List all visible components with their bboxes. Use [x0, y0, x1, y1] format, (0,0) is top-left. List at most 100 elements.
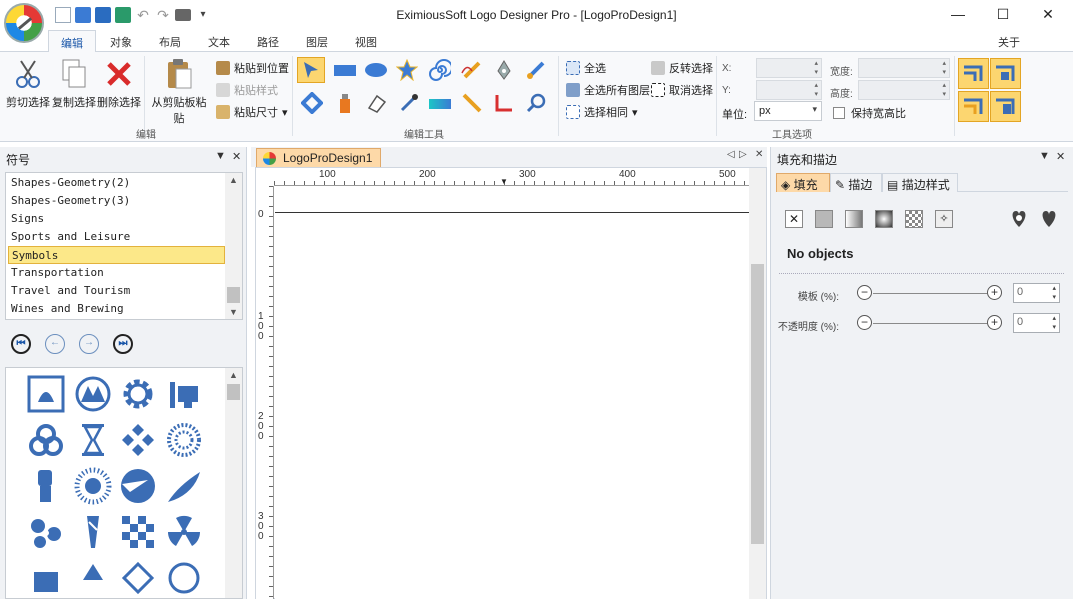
pen-tool[interactable] — [490, 57, 518, 83]
texture-fill-icon[interactable]: ✧ — [935, 210, 953, 228]
quill-icon[interactable] — [73, 512, 113, 552]
dotted-circle-icon[interactable] — [164, 420, 204, 460]
evenodd-fill-rule-icon[interactable] — [1039, 209, 1059, 229]
width-input[interactable] — [858, 58, 950, 78]
document-close-icon[interactable]: ✕ — [755, 149, 763, 160]
select-all-layers-button[interactable]: 全选所有图层 — [566, 82, 650, 98]
tab-layout[interactable]: 布局 — [159, 34, 181, 50]
partial-symbol-icon[interactable] — [26, 558, 66, 598]
pattern-fill-icon[interactable] — [905, 210, 923, 228]
spray-tool[interactable] — [331, 90, 359, 116]
linear-gradient-icon[interactable] — [845, 210, 863, 228]
select-same-button[interactable]: 选择相同 ▾ — [566, 104, 638, 120]
align-bottom-left-button[interactable] — [958, 91, 989, 122]
hourglass-icon[interactable] — [73, 420, 113, 460]
opacity-decrease-button[interactable]: − — [857, 315, 872, 330]
first-page-icon[interactable]: ⏮ — [11, 334, 31, 354]
flat-fill-icon[interactable] — [815, 210, 833, 228]
document-tab[interactable]: LogoProDesign1 — [256, 148, 382, 167]
calligraphy-tool[interactable] — [522, 57, 550, 83]
keep-ratio-checkbox[interactable]: 保持宽高比 — [833, 105, 906, 121]
select-tool[interactable] — [297, 57, 325, 83]
symbol-grid[interactable]: ▲ — [5, 367, 243, 599]
panel-close-icon[interactable]: ✕ — [1056, 150, 1065, 163]
panel-close-icon[interactable]: ✕ — [232, 150, 241, 163]
measure-tool[interactable] — [490, 90, 518, 116]
deselect-button[interactable]: 取消选择 — [651, 82, 713, 98]
polygon-tool[interactable] — [393, 57, 421, 83]
zoom-tool[interactable] — [522, 90, 550, 116]
canvas-scrollbar[interactable] — [749, 168, 766, 599]
scroll-up-icon[interactable]: ▲ — [225, 370, 242, 380]
last-page-icon[interactable]: ⏭ — [113, 334, 133, 354]
tab-fill[interactable]: ◈ 填充 — [776, 173, 830, 192]
template-input[interactable]: 0 — [1013, 283, 1060, 303]
template-increase-button[interactable]: + — [987, 285, 1002, 300]
template-decrease-button[interactable]: − — [857, 285, 872, 300]
tab-layer[interactable]: 图层 — [306, 34, 328, 50]
leaf-sword-icon[interactable] — [164, 466, 204, 506]
y-input[interactable] — [756, 80, 822, 100]
scroll-thumb[interactable] — [227, 287, 240, 303]
color-picker-tool[interactable] — [395, 90, 423, 116]
list-item[interactable]: Shapes-Geometry(3) — [8, 192, 225, 210]
partial-symbol-icon[interactable] — [164, 558, 204, 598]
align-bottom-right-button[interactable] — [990, 91, 1021, 122]
category-scrollbar[interactable]: ▲ ▼ — [225, 173, 242, 319]
symbol-grid-scrollbar[interactable]: ▲ — [225, 368, 242, 598]
panel-menu-icon[interactable]: ▼ — [215, 150, 226, 162]
ellipse-tool[interactable] — [362, 57, 390, 83]
nonzero-fill-rule-icon[interactable] — [1009, 209, 1029, 229]
radial-gradient-icon[interactable] — [875, 210, 893, 228]
tab-edit[interactable]: 编辑 — [48, 30, 96, 53]
checkerboard-icon[interactable] — [118, 512, 158, 552]
scroll-up-icon[interactable]: ▲ — [225, 175, 242, 185]
copy-button[interactable]: 复制选择 — [52, 58, 96, 110]
paste-size-button[interactable]: 粘贴尺寸 ▾ — [216, 104, 288, 120]
line-tool[interactable] — [458, 90, 486, 116]
list-item[interactable]: Wines and Brewing — [8, 300, 225, 318]
category-list[interactable]: Shapes-Geometry(2) Shapes-Geometry(3) Si… — [5, 172, 243, 320]
list-item[interactable]: Signs — [8, 210, 225, 228]
partial-symbol-icon[interactable] — [73, 558, 113, 598]
rectangle-tool[interactable] — [331, 57, 359, 83]
minimize-button[interactable]: — — [935, 0, 981, 30]
list-item[interactable]: Transportation — [8, 264, 225, 282]
previous-page-icon[interactable]: ← — [45, 334, 65, 354]
select-all-button[interactable]: 全选 — [566, 60, 606, 76]
tab-scroll-right-icon[interactable]: ▷ — [739, 149, 747, 160]
panel-menu-icon[interactable]: ▼ — [1039, 150, 1050, 162]
tab-stroke[interactable]: ✎ 描边 — [830, 173, 882, 192]
scroll-down-icon[interactable]: ▼ — [225, 307, 242, 317]
scroll-thumb[interactable] — [751, 264, 764, 544]
gear-icon[interactable] — [118, 374, 158, 414]
diamond-cluster-icon[interactable] — [118, 420, 158, 460]
delete-button[interactable]: 删除选择 — [97, 58, 141, 110]
cut-button[interactable]: 剪切选择 — [6, 58, 50, 110]
spiral-tool[interactable] — [426, 57, 454, 83]
tab-object[interactable]: 对象 — [110, 34, 132, 50]
next-page-icon[interactable]: → — [79, 334, 99, 354]
template-slider[interactable] — [873, 293, 987, 294]
height-input[interactable] — [858, 80, 950, 100]
list-item[interactable]: Shapes-Geometry(2) — [8, 174, 225, 192]
about-link[interactable]: 关于 — [998, 34, 1020, 50]
drop-frame-icon[interactable] — [26, 374, 66, 414]
invert-selection-button[interactable]: 反转选择 — [651, 60, 713, 76]
radiation-icon[interactable] — [164, 512, 204, 552]
list-item[interactable]: Travel and Tourism — [8, 282, 225, 300]
pencil-tool[interactable] — [458, 57, 486, 83]
paste-button[interactable]: 从剪贴板粘贴 — [148, 58, 210, 126]
partial-symbol-icon[interactable] — [118, 558, 158, 598]
eraser-tool[interactable] — [362, 90, 390, 116]
tab-path[interactable]: 路径 — [257, 34, 279, 50]
tab-scroll-left-icon[interactable]: ◁ — [727, 149, 735, 160]
list-item[interactable]: Sports and Leisure — [8, 228, 225, 246]
tab-stroke-style[interactable]: ▤ 描边样式 — [882, 173, 958, 192]
opacity-slider[interactable] — [873, 323, 987, 324]
opacity-increase-button[interactable]: + — [987, 315, 1002, 330]
node-edit-tool[interactable] — [298, 90, 326, 116]
no-fill-icon[interactable]: ✕ — [785, 210, 803, 228]
gradient-tool[interactable] — [426, 90, 454, 116]
fist-icon[interactable] — [26, 466, 66, 506]
